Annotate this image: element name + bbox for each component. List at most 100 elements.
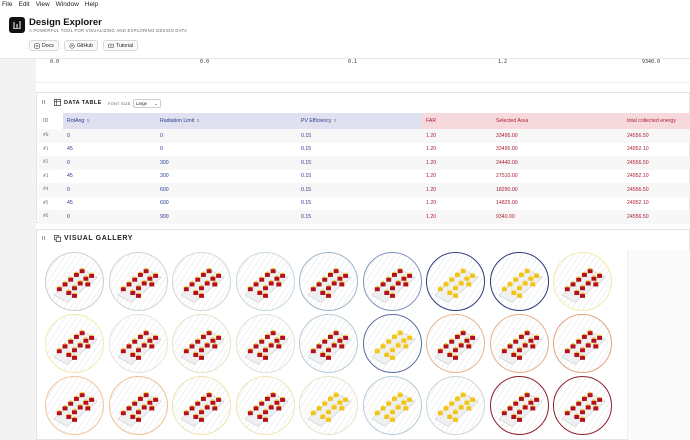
table-cell: 300 [160,173,169,180]
gallery-thumbnail[interactable] [299,252,358,311]
menu-item-window[interactable]: Window [56,0,79,9]
font-size-select[interactable]: Large ⌄ [133,99,161,108]
design-render [490,253,548,310]
table-cell: 24952.10 [627,146,649,153]
gallery-thumbnail[interactable] [489,252,549,311]
sort-icon[interactable]: ⇅ [196,118,199,123]
gallery-thumbnail[interactable] [108,314,168,373]
sort-icon[interactable]: ⇅ [86,118,89,123]
design-render [363,253,421,310]
table-cell: 0 [156,129,297,143]
table-cell: 24556.50 [623,210,690,224]
design-render [554,315,611,372]
menu-item-edit[interactable]: Edit [18,0,29,9]
github-icon [69,42,75,49]
sort-icon[interactable]: ⇅ [333,118,336,123]
table-cell: 18290.00 [492,183,623,197]
gallery-thumbnail[interactable] [108,376,168,435]
gallery-thumbnail[interactable] [299,314,358,373]
table-row[interactable]: #4 0 600 0.15 1.20 18290.00 24556.50 [39,183,690,197]
gallery-thumbnail[interactable] [45,376,104,435]
table-row[interactable]: #2 0 300 0.15 1.20 24440.00 24556.50 [39,156,690,170]
table-header-row: ID RotAng ⇅ Radiation Limit ⇅ PV Efficiency ⇅ F… [39,113,690,129]
design-render [427,377,484,434]
table-cell: 24556.50 [623,129,690,143]
table-cell: 45 [67,173,73,180]
gallery-thumbnail[interactable] [235,314,295,373]
table-row[interactable]: #5 45 600 0.15 1.20 14825.00 24952.10 [39,197,690,211]
button-label: Docs [42,42,54,49]
table-cell: 0 [63,183,156,197]
table-icon [54,99,61,106]
table-cell: 1.20 [422,156,492,170]
design-render [46,377,103,434]
menu-item-file[interactable]: File [2,0,12,9]
gallery-thumbnail[interactable] [553,314,612,373]
chevron-down-icon: ⌄ [154,101,158,106]
table-cell: #2 [39,156,63,170]
gallery-thumbnail[interactable] [45,252,104,311]
column-header-rotang[interactable]: RotAng ⇅ [63,113,156,129]
column-header-pv-efficiency[interactable]: PV Efficiency ⇅ [297,113,422,129]
gallery-thumbnail[interactable] [489,314,549,373]
github-button[interactable]: GitHub [63,40,98,51]
app-subtitle: A POWERFUL TOOL FOR VISUALIZING AND EXPL… [29,28,188,33]
menu-bar: File Edit View Window Help [0,0,690,9]
gallery-thumbnail[interactable] [362,314,422,373]
gallery-thumbnail[interactable] [45,314,104,373]
gallery-thumbnail[interactable] [235,376,295,435]
gallery-thumbnail[interactable] [426,314,485,373]
table-cell: 24952.10 [627,173,649,180]
table-row[interactable]: #6 0 900 0.15 1.20 9340.00 24556.50 [39,210,690,224]
design-render [46,315,103,372]
gallery-thumbnail[interactable] [426,376,485,435]
menu-item-view[interactable]: View [36,0,50,9]
data-table: ID RotAng ⇅ Radiation Limit ⇅ PV Efficiency ⇅ F… [39,113,690,224]
drag-handle-icon[interactable] [42,235,46,243]
table-cell: 33495.00 [496,146,518,153]
table-cell: 600 [156,183,297,197]
gallery-thumbnail[interactable] [553,376,612,435]
gallery-thumbnail[interactable] [172,376,231,435]
data-table-section: DATA TABLE FONT SIZE Large ⌄ ID RotAng ⇅ Ra… [36,92,690,224]
gallery-thumbnail[interactable] [426,252,485,311]
design-render [427,253,484,310]
gallery-thumbnail[interactable] [553,252,612,311]
column-header-radiation-limit[interactable]: Radiation Limit ⇅ [156,113,297,129]
design-render [236,253,294,310]
tutorial-button[interactable]: Tutorial [102,40,139,51]
table-cell: 0.15 [301,146,312,153]
table-row[interactable]: #1 45 0 0.15 1.20 33495.00 24952.10 [39,143,690,157]
gallery-thumbnail[interactable] [235,252,295,311]
table-cell: 600 [160,200,169,207]
gallery-thumbnail[interactable] [489,376,549,435]
table-cell: 1.20 [426,173,437,180]
button-label: GitHub [76,42,93,49]
gallery-thumbnail[interactable] [362,376,422,435]
gallery-thumbnail[interactable] [108,252,168,311]
column-header-id[interactable]: ID [39,113,63,129]
gallery-thumbnail[interactable] [172,314,231,373]
table-body: #0 0 0 0.15 1.20 33495.00 24556.50 #1 45 0 0.15 1.2… [39,129,690,224]
drag-handle-icon[interactable] [42,99,46,107]
menu-item-help[interactable]: Help [85,0,98,9]
gallery-thumbnail[interactable] [362,252,422,311]
table-row[interactable]: #0 0 0 0.15 1.20 33495.00 24556.50 [39,129,690,143]
column-header-far[interactable]: FAR [422,113,492,129]
column-header-total-collected-energy[interactable]: total collected energy [623,113,690,129]
table-cell: #5 [43,200,49,206]
column-header-selected-area[interactable]: Selected Area [492,113,623,129]
button-label: Tutorial [115,42,134,49]
table-cell: 0 [160,146,163,153]
table-row[interactable]: #3 45 300 0.15 1.20 27510.00 24952.10 [39,170,690,184]
visual-gallery-section: VISUAL GALLERY [36,229,690,440]
axis-value: 1.2 [498,59,508,65]
page-gutter [0,59,36,440]
gallery-thumbnail[interactable] [172,252,231,311]
docs-button[interactable]: Docs [29,40,59,51]
design-render [490,315,548,372]
visual-gallery-title: VISUAL GALLERY [64,235,134,242]
gallery-thumbnail[interactable] [299,376,358,435]
design-render [173,253,230,310]
design-render [300,315,357,372]
